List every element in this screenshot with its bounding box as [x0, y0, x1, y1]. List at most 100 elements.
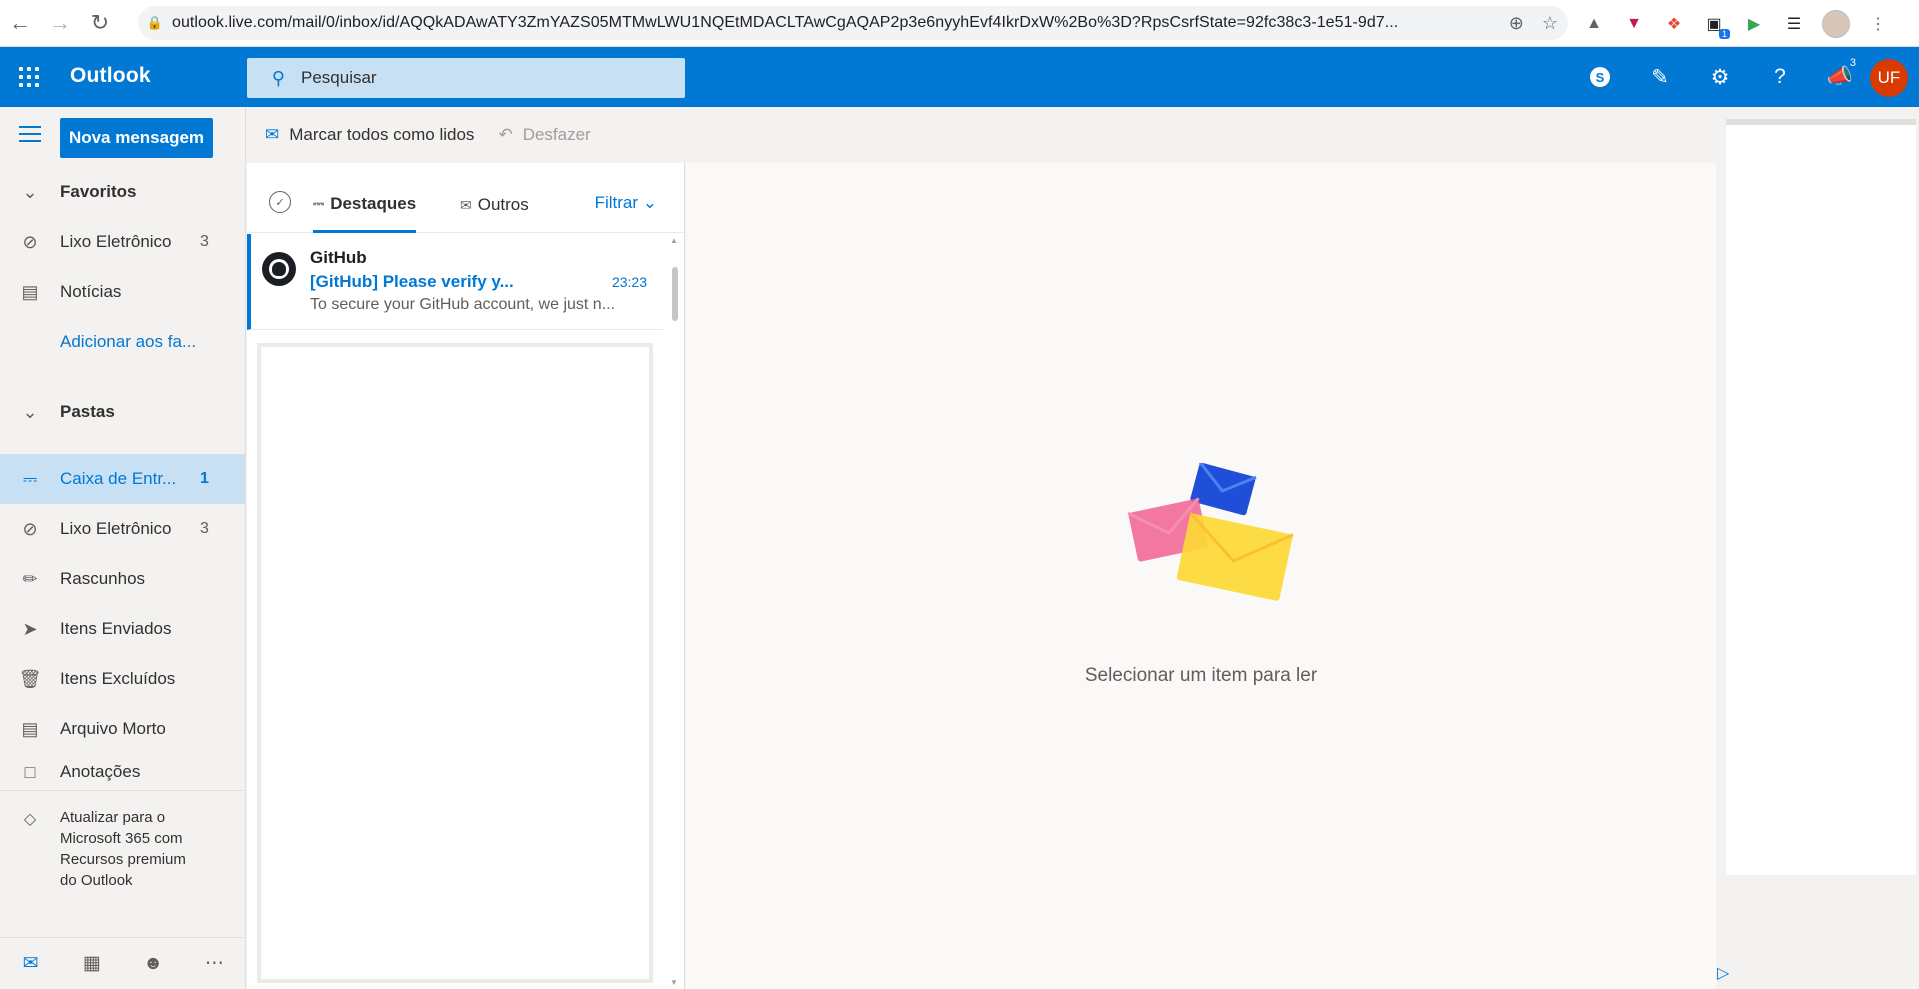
hamburger-menu-icon[interactable]	[19, 126, 41, 147]
right-ad-column	[1716, 107, 1919, 989]
command-label: Desfazer	[522, 125, 591, 144]
nav-item-label: Lixo Eletrônico	[60, 519, 172, 538]
favorite-item-junk[interactable]: ⊘ Lixo Eletrônico 3	[0, 217, 245, 267]
select-all-checkbox[interactable]: ✓	[269, 191, 291, 213]
extensions-bar: ▲ ▼ ❖ ▣ 1 ▶ ☰ ⋮	[1582, 0, 1890, 47]
message-item[interactable]: GitHub [GitHub] Please verify y... 23:23…	[247, 234, 663, 330]
pencil-icon: ✏	[22, 568, 38, 589]
message-subject: [GitHub] Please verify y...	[310, 272, 514, 291]
bookmark-star-icon[interactable]: ☆	[1542, 13, 1558, 34]
scroll-up-arrow-icon[interactable]: ▲	[670, 236, 678, 245]
folder-pane: Nova mensagem ⌄ Favoritos ⊘ Lixo Eletrôn…	[0, 107, 246, 989]
scroll-thumb[interactable]	[672, 267, 678, 321]
unread-count: 3	[200, 233, 209, 250]
nav-item-label: Arquivo Morto	[60, 719, 166, 738]
nav-item-label: Itens Excluídos	[60, 669, 176, 688]
box-extension-icon[interactable]: ▣ 1	[1702, 12, 1730, 39]
download-extension-icon[interactable]: ▼	[1622, 12, 1646, 36]
new-message-button[interactable]: Nova mensagem	[60, 118, 213, 158]
address-bar[interactable]: 🔒 outlook.live.com/mail/0/inbox/id/AQQkA…	[138, 6, 1568, 40]
notification-count: 3	[1849, 57, 1856, 69]
unread-count: 1	[200, 470, 209, 487]
add-favorite-link[interactable]: Adicionar aos fa...	[0, 317, 245, 367]
reload-icon[interactable]: ↻	[80, 0, 120, 47]
premium-upsell[interactable]: ◇ Atualizar para o Microsoft 365 com Rec…	[0, 790, 245, 920]
nav-item-label: Notícias	[60, 282, 122, 301]
block-icon: ⊘	[22, 231, 38, 252]
nav-item-label: Caixa de Entr...	[60, 469, 177, 488]
mail-icon[interactable]: ✉	[0, 952, 61, 975]
whats-new-icon[interactable]: 📣 3	[1810, 47, 1870, 107]
filter-label: Filtrar	[594, 193, 639, 212]
account-avatar[interactable]: UF	[1870, 59, 1908, 97]
command-bar: ✉ Marcar todos como lidos ↶ Desfazer	[247, 107, 1715, 163]
filter-button[interactable]: Filtrar ⌄	[595, 193, 657, 213]
search-input[interactable]	[301, 68, 681, 88]
folder-item-deleted[interactable]: 🗑 Itens Excluídos	[0, 654, 245, 704]
apps-extension-icon[interactable]: ❖	[1662, 12, 1686, 36]
note-icon: □	[24, 761, 36, 782]
play-extension-icon[interactable]: ▶	[1742, 12, 1766, 36]
folder-item-inbox[interactable]: ⎓ Caixa de Entr... 1	[0, 454, 245, 504]
trash-icon: 🗑	[18, 668, 42, 689]
favorite-item-news[interactable]: ▤ Notícias	[0, 267, 245, 317]
folder-item-sent[interactable]: ➤ Itens Enviados	[0, 604, 245, 654]
skype-icon: S	[1590, 67, 1610, 87]
more-apps-icon[interactable]: ⋯	[184, 952, 245, 975]
ad-placeholder	[257, 343, 653, 983]
tab-label: Outros	[477, 195, 529, 214]
folder-item-archive[interactable]: ▤ Arquivo Morto	[0, 704, 245, 754]
help-icon[interactable]: ?	[1750, 47, 1810, 107]
back-icon[interactable]: ←	[0, 0, 40, 47]
browser-menu-icon[interactable]: ⋮	[1866, 12, 1890, 36]
undo-button[interactable]: ↶ Desfazer	[492, 115, 596, 155]
envelope-icon: ✉	[460, 196, 472, 213]
people-icon[interactable]: ☻	[123, 953, 184, 975]
forward-icon[interactable]: →	[40, 0, 80, 47]
folder-item-drafts[interactable]: ✏ Rascunhos	[0, 554, 245, 604]
settings-gear-icon[interactable]: ⚙	[1690, 47, 1750, 107]
search-icon: ⚲	[271, 67, 285, 88]
zoom-icon[interactable]: ⊕	[1509, 13, 1524, 34]
app-launcher-icon[interactable]	[0, 47, 58, 107]
drive-extension-icon[interactable]: ▲	[1582, 12, 1606, 36]
folders-section-toggle[interactable]: ⌄ Pastas	[0, 387, 245, 437]
list-scrollbar[interactable]: ▲ ▼	[668, 234, 682, 989]
app-header: Outlook ⚲ S ✎ ⚙ ? 📣3 UF	[0, 47, 1919, 107]
news-icon: ▤	[21, 281, 39, 302]
folder-item-notes[interactable]: □ Anotações	[0, 754, 245, 790]
nav-item-label: Anotações	[60, 762, 141, 781]
empty-state-text: Selecionar um item para ler	[1084, 665, 1318, 686]
my-day-icon[interactable]: ✎	[1630, 47, 1690, 107]
folder-item-junk[interactable]: ⊘ Lixo Eletrônico 3	[0, 504, 245, 554]
nav-item-label: Lixo Eletrônico	[60, 232, 172, 251]
calendar-icon[interactable]: ▦	[61, 952, 122, 975]
search-box[interactable]: ⚲	[247, 58, 685, 98]
message-preview: To secure your GitHub account, we just n…	[310, 296, 616, 313]
app-brand[interactable]: Outlook	[70, 64, 151, 88]
reading-pane: Selecionar um item para ler	[686, 163, 1716, 989]
tab-other[interactable]: ✉ Outros	[460, 177, 529, 233]
lock-icon[interactable]: 🔒	[138, 15, 172, 31]
open-envelope-icon: ✉	[265, 125, 280, 144]
github-logo-icon	[262, 252, 296, 286]
favorites-section-toggle[interactable]: ⌄ Favoritos	[0, 167, 245, 217]
skype-button[interactable]: S	[1570, 47, 1630, 107]
tab-label: Destaques	[330, 193, 417, 213]
browser-profile-avatar[interactable]	[1822, 9, 1850, 38]
undo-icon: ↶	[498, 125, 513, 144]
favorites-heading: Favoritos	[60, 182, 137, 201]
mark-all-read-button[interactable]: ✉ Marcar todos como lidos	[259, 115, 480, 155]
scroll-down-arrow-icon[interactable]: ▼	[670, 978, 678, 987]
folders-heading: Pastas	[60, 402, 115, 421]
tab-focused[interactable]: ⎓ Destaques	[313, 177, 417, 233]
url-text[interactable]: outlook.live.com/mail/0/inbox/id/AQQkADA…	[172, 14, 1472, 32]
block-icon: ⊘	[22, 518, 38, 539]
adchoices-icon[interactable]: ▷	[1717, 963, 1729, 983]
inbox-icon: ⎓	[22, 468, 38, 489]
chevron-down-icon: ⌄	[22, 401, 38, 422]
nav-item-label: Adicionar aos fa...	[60, 332, 197, 351]
unread-count: 3	[200, 520, 209, 537]
playlist-add-icon[interactable]: ☰	[1782, 12, 1806, 36]
inbox-tray-icon: ⎓	[313, 195, 325, 211]
